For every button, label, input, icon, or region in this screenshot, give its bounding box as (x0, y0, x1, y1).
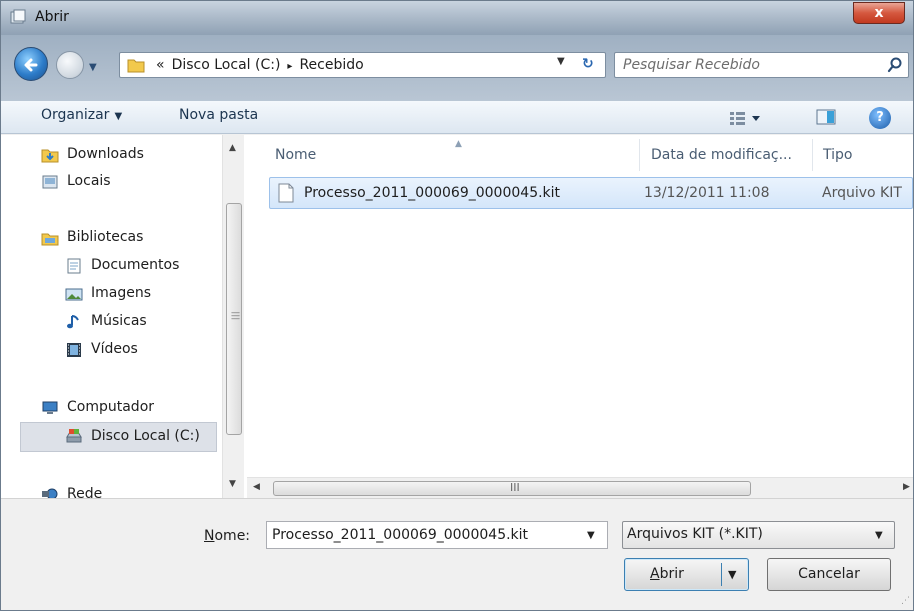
scroll-up-icon[interactable]: ▲ (229, 143, 236, 153)
scrollbar-grip: — — — (231, 308, 240, 324)
nav-item-locais[interactable]: Locais (41, 170, 211, 196)
nav-item-imagens[interactable]: Imagens (65, 282, 215, 308)
chevron-down-icon[interactable]: ▼ (587, 530, 595, 541)
nav-item-videos[interactable]: Vídeos (65, 338, 215, 364)
command-bar: Organizar ▼ Nova pasta ? (1, 101, 913, 134)
file-name-label: Nome: (204, 528, 251, 544)
file-list: Nome ▲ Data de modificaç... Tipo Process… (247, 135, 913, 498)
address-bar[interactable]: « Disco Local (C:) ▸ Recebido ▼ ↻ (119, 52, 606, 78)
navigation-scrollbar[interactable]: ▲ — — — ▼ (222, 135, 244, 498)
organize-label: Organizar (41, 107, 110, 123)
file-type: Arquivo KIT (822, 185, 902, 201)
file-row[interactable]: Processo_2011_000069_0000045.kit 13/12/2… (269, 177, 913, 209)
libraries-icon (41, 233, 59, 246)
navigation-bar: ▼ « Disco Local (C:) ▸ Recebido ▼ ↻ (1, 35, 913, 101)
breadcrumb-item-disco-local[interactable]: Disco Local (C:) (172, 57, 281, 73)
computer-icon (42, 401, 58, 414)
breadcrumb-overflow-chevron[interactable]: « (156, 57, 165, 73)
open-button-label: Abrir (650, 566, 684, 582)
nav-item-downloads[interactable]: Downloads (41, 143, 211, 169)
file-name: Processo_2011_000069_0000045.kit (304, 185, 561, 201)
column-header-label: Nome (275, 147, 317, 163)
window-title: Abrir (35, 9, 69, 25)
downloads-folder-icon (41, 149, 59, 163)
close-icon: x (874, 5, 884, 21)
scrollbar-thumb[interactable]: III (273, 481, 751, 496)
file-date: 13/12/2011 11:08 (644, 185, 770, 201)
places-icon (42, 175, 58, 189)
nav-item-label: Vídeos (91, 341, 138, 357)
sort-ascending-icon: ▲ (455, 139, 462, 149)
split-divider (721, 563, 722, 586)
folder-icon (127, 59, 145, 73)
preview-pane-icon[interactable] (815, 108, 839, 126)
nav-item-bibliotecas[interactable]: Bibliotecas (41, 226, 211, 252)
column-header-label: Data de modificaç... (651, 147, 792, 163)
file-icon (278, 183, 294, 203)
breadcrumb-separator-icon[interactable]: ▸ (287, 61, 292, 72)
file-name-value[interactable]: Processo_2011_000069_0000045.kit (272, 527, 528, 543)
help-icon[interactable]: ? (869, 107, 891, 129)
videos-icon (67, 343, 81, 357)
dialog-footer: Nome: Processo_2011_000069_0000045.kit ▼… (1, 498, 913, 610)
dialog-icon (10, 9, 26, 24)
organize-button[interactable]: Organizar ▼ (41, 107, 122, 123)
documents-icon (67, 258, 81, 274)
local-disk-icon (66, 429, 82, 443)
search-input[interactable] (623, 56, 873, 74)
open-button[interactable]: Abrir ▼ (624, 558, 749, 591)
scroll-right-icon[interactable]: ▶ (903, 482, 910, 492)
chevron-down-icon: ▼ (875, 530, 883, 541)
refresh-icon[interactable]: ↻ (582, 56, 594, 72)
open-file-dialog: Abrir x ▼ « Disco Local (C:) ▸ Recebido ▼ ↻ (0, 0, 914, 611)
recent-locations-dropdown-icon[interactable]: ▼ (89, 62, 99, 73)
nav-item-documentos[interactable]: Documentos (65, 254, 215, 280)
cancel-button[interactable]: Cancelar (767, 558, 891, 591)
music-icon (67, 315, 79, 329)
forward-button[interactable] (56, 51, 84, 79)
change-view-icon[interactable] (728, 109, 762, 127)
new-folder-button[interactable]: Nova pasta (179, 107, 258, 123)
nav-item-musicas[interactable]: Músicas (65, 310, 215, 336)
file-type-filter-value: Arquivos KIT (*.KIT) (627, 526, 763, 542)
resize-grip-icon[interactable]: ⋰ (901, 597, 910, 606)
nav-item-label: Músicas (91, 313, 147, 329)
nav-item-label: Imagens (91, 285, 152, 301)
column-header-type[interactable]: Tipo (813, 135, 913, 175)
column-header-name[interactable]: Nome ▲ (247, 135, 639, 175)
file-type-filter-select[interactable]: Arquivos KIT (*.KIT) ▼ (622, 521, 895, 549)
search-box[interactable] (614, 52, 909, 78)
chevron-down-icon: ▼ (114, 111, 123, 122)
address-history-dropdown-icon[interactable]: ▼ (557, 56, 565, 67)
navigation-pane: Downloads Locais Bibliotecas Documentos … (1, 135, 247, 502)
nav-item-label: Disco Local (C:) (91, 428, 200, 444)
scroll-down-icon[interactable]: ▼ (229, 479, 236, 489)
open-options-dropdown-icon[interactable]: ▼ (728, 559, 736, 590)
cancel-button-label: Cancelar (798, 566, 860, 582)
scrollbar-grip: III (510, 481, 520, 494)
back-button[interactable] (14, 47, 48, 81)
scroll-left-icon[interactable]: ◀ (253, 482, 260, 492)
file-name-combobox[interactable]: Processo_2011_000069_0000045.kit ▼ (266, 521, 608, 549)
nav-item-label: Bibliotecas (67, 229, 144, 245)
breadcrumb-item-recebido[interactable]: Recebido (299, 57, 363, 73)
back-arrow-icon (24, 58, 38, 72)
horizontal-scrollbar[interactable]: ◀ III ▶ (247, 477, 913, 498)
column-header-date[interactable]: Data de modificaç... (640, 135, 810, 175)
nav-item-label: Locais (67, 173, 111, 189)
breadcrumb: « Disco Local (C:) ▸ Recebido (156, 57, 371, 73)
nav-item-label: Documentos (91, 257, 180, 273)
column-header-label: Tipo (823, 147, 853, 163)
nav-item-label: Downloads (67, 146, 144, 162)
pictures-icon (65, 288, 83, 301)
nav-item-computador[interactable]: Computador (41, 396, 211, 422)
search-icon[interactable] (887, 57, 903, 73)
scrollbar-thumb[interactable]: — — — (226, 203, 242, 435)
nav-item-disco-local[interactable]: Disco Local (C:) (20, 422, 217, 452)
close-button[interactable]: x (853, 2, 905, 24)
title-bar[interactable]: Abrir x (1, 1, 913, 35)
new-folder-label: Nova pasta (179, 107, 259, 123)
nav-item-label: Computador (67, 399, 155, 415)
